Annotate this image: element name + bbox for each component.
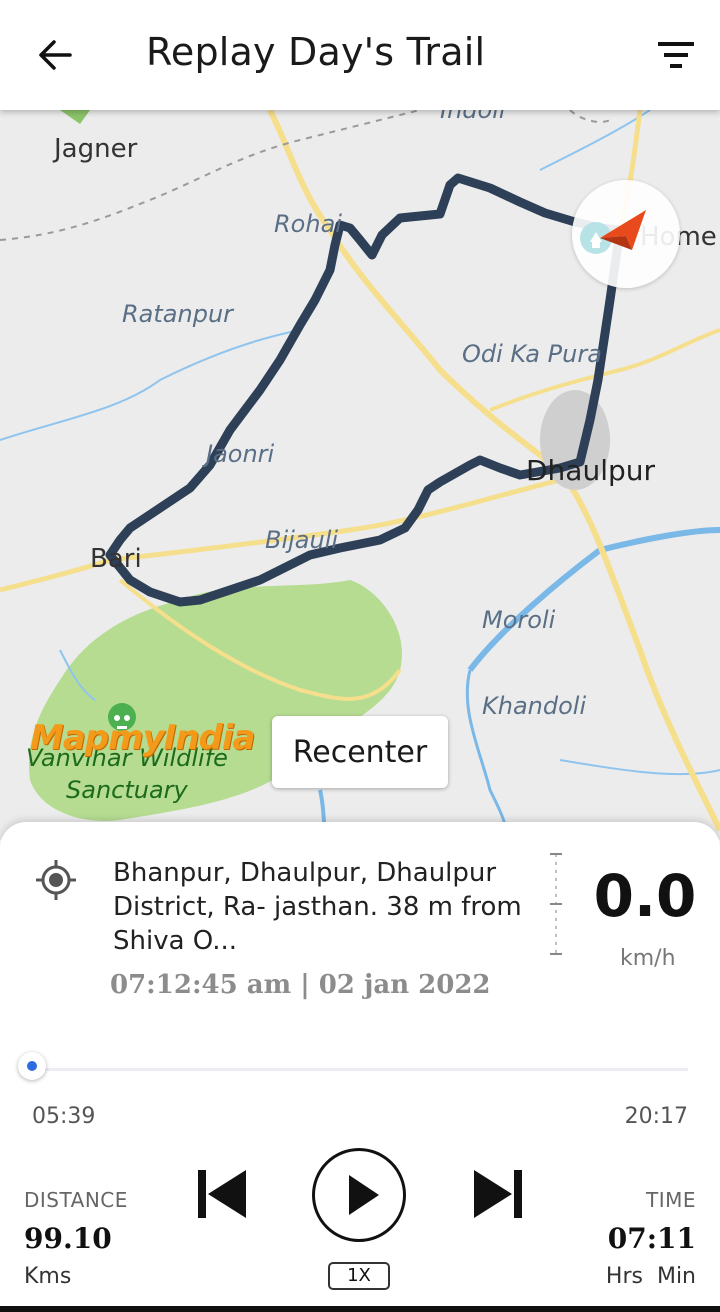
speed-value: 0.0 (593, 862, 697, 930)
place-label: Moroli (482, 606, 556, 634)
skip-next-icon (474, 1170, 522, 1218)
timestamp: 07:12:45 am | 02 jan 2022 (110, 970, 491, 1000)
place-label: Indoli (440, 110, 506, 124)
distance-unit: Kms (24, 1264, 72, 1289)
mapmyindia-logo: MapmyIndia (30, 718, 255, 758)
skip-previous-icon (198, 1170, 246, 1218)
navigation-arrow-icon (580, 210, 646, 254)
time-value: 07:11 (607, 1222, 696, 1255)
page-title: Replay Day's Trail (146, 30, 486, 74)
skip-previous-button[interactable] (192, 1166, 252, 1222)
time-label: TIME (645, 1188, 696, 1212)
time-unit: Hrs Min (605, 1264, 696, 1289)
distance-label: DISTANCE (24, 1188, 128, 1212)
place-label: Dhaulpur (526, 454, 656, 487)
back-arrow-icon[interactable] (30, 30, 80, 80)
place-label: Rohai (274, 210, 342, 238)
skip-next-button[interactable] (468, 1166, 528, 1222)
playback-speed-button[interactable]: 1X (328, 1262, 390, 1290)
start-time: 05:39 (32, 1104, 96, 1129)
playback-slider-track[interactable] (32, 1068, 688, 1071)
recenter-button[interactable]: Recenter (272, 716, 448, 788)
speed-scale-icon (548, 852, 568, 956)
current-address: Bhanpur, Dhaulpur, Dhaulpur District, Ra… (113, 858, 522, 956)
location-target-icon (34, 858, 78, 902)
place-label: Khandoli (482, 692, 587, 720)
place-label: Jaonri (206, 440, 275, 468)
play-button[interactable] (312, 1148, 406, 1242)
end-time: 20:17 (624, 1104, 688, 1129)
app-header: Replay Day's Trail (0, 0, 720, 110)
filter-icon[interactable] (652, 36, 700, 76)
place-label: Odi Ka Pura (462, 340, 602, 368)
place-label: Jagner (54, 134, 138, 164)
system-nav-bar (0, 1306, 720, 1312)
play-icon (349, 1175, 379, 1215)
speed-unit: km/h (620, 946, 676, 971)
trail-info-panel: Bhanpur, Dhaulpur, Dhaulpur District, Ra… (0, 822, 720, 1312)
place-label: Ratanpur (122, 300, 234, 328)
map-view[interactable]: Jagner Indoli Rohai Home Ratanpur Odi Ka… (0, 110, 720, 840)
place-label: Bari (90, 544, 142, 574)
distance-value: 99.10 (24, 1222, 112, 1255)
playback-slider-thumb[interactable] (18, 1052, 46, 1080)
vehicle-compass (572, 180, 680, 288)
place-label: Sanctuary (66, 776, 188, 804)
place-label: Bijauli (265, 526, 339, 554)
